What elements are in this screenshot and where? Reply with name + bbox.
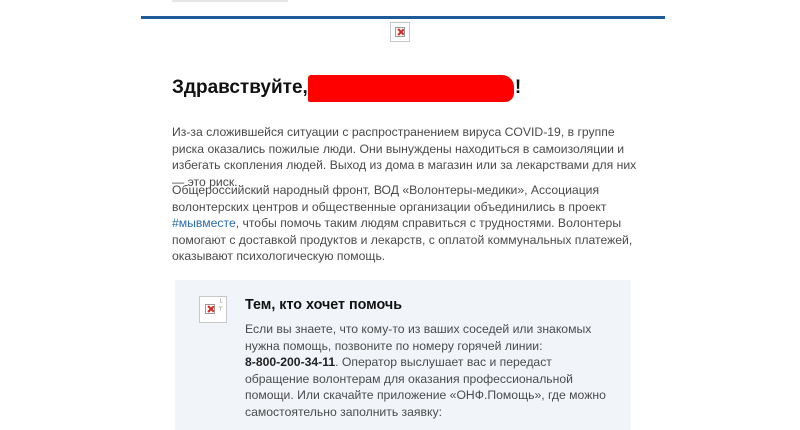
redacted-recipient-name [307, 74, 514, 102]
intro-paragraph: Из-за сложившейся ситуации с распростран… [172, 125, 637, 189]
header-divider [141, 16, 665, 19]
hotline-phone-number[interactable]: 8-800-200-34-11 [245, 355, 335, 369]
help-callout: └ ⊤ Тем, кто хочет помочь Если вы знаете… [175, 280, 631, 430]
project-text-start: Общероссийский народный фронт, ВОД «Воло… [172, 183, 607, 214]
greeting-heading: Здравствуйте, ! [172, 74, 521, 102]
callout-body: Если вы знаете, что кому-то из ваших сос… [245, 321, 613, 420]
header-logo-image [390, 22, 410, 42]
project-text-end: , чтобы помочь таким людям справиться с … [172, 216, 633, 263]
callout-title: Тем, кто хочет помочь [245, 297, 403, 313]
callout-body-start: Если вы знаете, что кому-то из ваших сос… [245, 322, 592, 353]
hashtag-link[interactable]: #мывместе [172, 216, 236, 230]
greeting-suffix: ! [514, 77, 522, 98]
callout-image: └ ⊤ [199, 296, 227, 323]
callout-image-alt-text: └ ⊤ [218, 300, 224, 313]
project-paragraph: Общероссийский народный фронт, ВОД «Воло… [172, 182, 642, 265]
broken-image-icon [205, 304, 215, 314]
greeting-prefix: Здравствуйте, [172, 77, 308, 98]
top-tab-strip [172, 0, 288, 2]
broken-image-icon [395, 27, 405, 37]
